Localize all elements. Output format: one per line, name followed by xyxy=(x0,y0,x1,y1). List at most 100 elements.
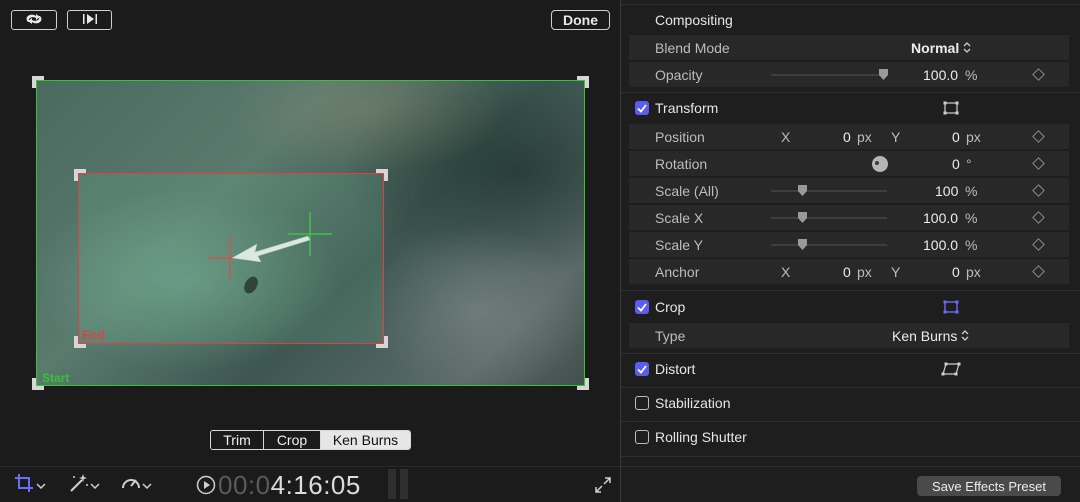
scale-all-row: Scale (All) 100 % xyxy=(629,177,1069,203)
scale-x-slider-thumb[interactable] xyxy=(798,212,807,223)
compositing-title: Compositing xyxy=(655,12,733,28)
fullscreen-icon xyxy=(594,476,612,499)
position-x-unit: px xyxy=(857,129,872,145)
ken-burns-mode-button[interactable]: Ken Burns xyxy=(321,431,410,449)
scale-x-value[interactable]: 100.0 xyxy=(923,210,958,226)
crop-mode-button[interactable]: Crop xyxy=(264,431,321,449)
opacity-value[interactable]: 100.0 xyxy=(923,67,958,83)
start-handle-top-left[interactable] xyxy=(32,76,44,88)
position-y-value[interactable]: 0 xyxy=(952,129,960,145)
opacity-slider[interactable] xyxy=(771,69,888,80)
blend-mode-label: Blend Mode xyxy=(655,40,730,56)
save-effects-preset-button[interactable]: Save Effects Preset xyxy=(917,476,1061,496)
opacity-slider-thumb[interactable] xyxy=(879,69,888,80)
scale-y-unit: % xyxy=(965,237,978,253)
scale-y-label: Scale Y xyxy=(655,237,703,253)
crop-type-row: Type Ken Burns xyxy=(629,322,1069,348)
position-label: Position xyxy=(655,129,705,145)
rotation-value[interactable]: 0 xyxy=(952,156,960,172)
scale-all-unit: % xyxy=(965,183,978,199)
distort-section-header: Distort xyxy=(635,361,695,377)
anchor-y-value[interactable]: 0 xyxy=(952,264,960,280)
scale-all-slider-thumb[interactable] xyxy=(798,185,807,196)
chevron-down-icon xyxy=(90,477,100,495)
crop-type-popup[interactable]: Ken Burns xyxy=(892,328,969,344)
magic-wand-icon xyxy=(68,473,90,498)
crop-mode-selector: Trim Crop Ken Burns xyxy=(210,430,411,450)
scale-y-slider-thumb[interactable] xyxy=(798,239,807,250)
blend-mode-popup[interactable]: Normal xyxy=(911,40,971,56)
end-handle-top-left[interactable] xyxy=(74,169,86,181)
rotation-unit: ° xyxy=(966,156,972,172)
inspector-footer: Save Effects Preset xyxy=(621,466,1080,502)
distort-handles-icon[interactable] xyxy=(941,362,961,381)
timecode-display: 00:04:16:05 xyxy=(218,470,361,501)
end-handle-bottom-right[interactable] xyxy=(376,336,388,348)
start-handle-bottom-right[interactable] xyxy=(577,378,589,390)
scale-all-label: Scale (All) xyxy=(655,183,719,199)
transform-checkbox[interactable] xyxy=(635,101,649,115)
fullscreen-button[interactable] xyxy=(594,476,612,499)
end-rectangle[interactable] xyxy=(78,173,384,344)
stabilization-checkbox[interactable] xyxy=(635,396,649,410)
stabilization-section-header: Stabilization xyxy=(635,395,731,411)
play-button[interactable] xyxy=(196,475,216,500)
scale-y-slider[interactable] xyxy=(771,239,887,250)
audio-meter xyxy=(386,469,412,499)
video-inspector: Compositing Blend Mode Normal Opacity 10… xyxy=(620,0,1080,502)
anchor-label: Anchor xyxy=(655,264,700,280)
start-handle-top-right[interactable] xyxy=(577,76,589,88)
enhancements-menu[interactable] xyxy=(68,473,100,498)
keyframe-diamond-icon[interactable] xyxy=(1032,238,1045,251)
keyframe-diamond-icon[interactable] xyxy=(1032,68,1045,81)
position-x-axis: X xyxy=(781,129,791,145)
position-y-unit: px xyxy=(966,129,981,145)
end-handle-top-right[interactable] xyxy=(376,169,388,181)
anchor-x-axis: X xyxy=(781,264,791,280)
crop-handles-icon[interactable] xyxy=(943,300,959,319)
opacity-label: Opacity xyxy=(655,67,703,83)
timecode-value: 4:16:05 xyxy=(270,470,361,500)
play-circle-icon xyxy=(196,475,216,500)
scale-x-slider[interactable] xyxy=(771,212,887,223)
anchor-row: Anchor X 0 px Y 0 px xyxy=(629,258,1069,284)
scale-y-row: Scale Y 100.0 % xyxy=(629,231,1069,257)
opacity-row: Opacity 100.0 % xyxy=(629,61,1069,87)
keyframe-diamond-icon[interactable] xyxy=(1032,157,1045,170)
scale-x-row: Scale X 100.0 % xyxy=(629,204,1069,230)
rotation-label: Rotation xyxy=(655,156,708,172)
rolling-shutter-title: Rolling Shutter xyxy=(655,429,747,445)
viewer: Done Start End Trim Crop Ken Burns 00:04… xyxy=(0,0,620,502)
scale-all-value[interactable]: 100 xyxy=(935,183,958,199)
timecode-leading: 00:0 xyxy=(218,470,271,500)
crop-checkbox[interactable] xyxy=(635,300,649,314)
scale-all-slider[interactable] xyxy=(771,185,887,196)
retime-menu[interactable] xyxy=(120,473,152,498)
rolling-shutter-checkbox[interactable] xyxy=(635,430,649,444)
position-y-axis: Y xyxy=(891,129,901,145)
anchor-y-axis: Y xyxy=(891,264,901,280)
distort-title: Distort xyxy=(655,361,696,377)
distort-checkbox[interactable] xyxy=(635,362,649,376)
rolling-shutter-section-header: Rolling Shutter xyxy=(635,429,747,445)
scale-y-value[interactable]: 100.0 xyxy=(923,237,958,253)
rotation-dial-icon[interactable] xyxy=(871,155,889,178)
trim-mode-button[interactable]: Trim xyxy=(211,431,264,449)
anchor-x-value[interactable]: 0 xyxy=(843,264,851,280)
crop-tool-icon xyxy=(14,473,36,498)
rotation-row: Rotation 0 ° xyxy=(629,150,1069,176)
start-label: Start xyxy=(42,371,70,385)
keyframe-diamond-icon[interactable] xyxy=(1032,211,1045,224)
position-x-value[interactable]: 0 xyxy=(843,129,851,145)
keyframe-diamond-icon[interactable] xyxy=(1032,130,1045,143)
keyframe-diamond-icon[interactable] xyxy=(1032,265,1045,278)
crop-type-label: Type xyxy=(655,328,686,344)
crop-section-header: Crop xyxy=(635,299,685,315)
crop-title: Crop xyxy=(655,299,686,315)
transform-handles-icon[interactable] xyxy=(943,101,959,120)
keyframe-diamond-icon[interactable] xyxy=(1032,184,1045,197)
crop-tool-menu[interactable] xyxy=(14,473,46,498)
opacity-unit: % xyxy=(965,67,978,83)
viewer-bottom-bar: 00:04:16:05 xyxy=(0,466,620,502)
stabilization-title: Stabilization xyxy=(655,395,731,411)
